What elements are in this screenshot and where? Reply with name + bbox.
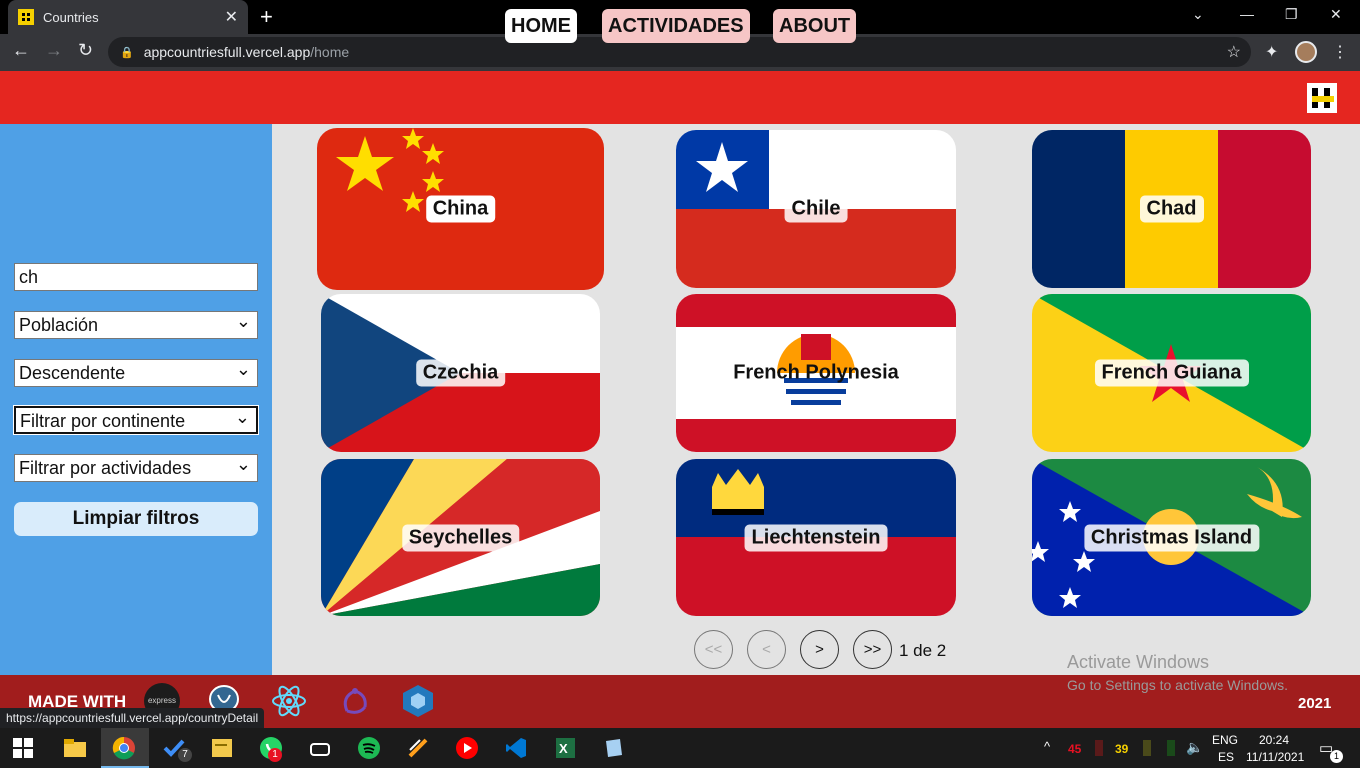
tab-title: Countries bbox=[43, 9, 99, 25]
country-card-seychelles[interactable]: Seychelles bbox=[321, 459, 600, 616]
tray-expand-icon[interactable]: ^ bbox=[1044, 739, 1050, 754]
nav-home-link[interactable]: HOME bbox=[505, 9, 577, 43]
cpu-meter-icon bbox=[1095, 740, 1103, 756]
country-name: French Polynesia bbox=[733, 361, 899, 384]
profile-avatar[interactable] bbox=[1295, 41, 1317, 63]
country-name: Christmas Island bbox=[1083, 524, 1260, 551]
extensions-icon[interactable]: ✦ bbox=[1265, 42, 1278, 62]
tab-search-icon[interactable]: ⌄ bbox=[1192, 6, 1204, 23]
gpu-meter-icon bbox=[1143, 740, 1151, 756]
react-icon bbox=[272, 685, 306, 717]
lock-icon: 🔒 bbox=[120, 46, 134, 59]
redux-icon bbox=[343, 688, 367, 714]
filter-sidebar bbox=[0, 124, 272, 675]
close-tab-icon[interactable]: ✕ bbox=[225, 7, 238, 27]
back-icon[interactable]: ← bbox=[12, 40, 30, 61]
spotify-icon[interactable] bbox=[357, 736, 381, 760]
country-name: Seychelles bbox=[401, 524, 520, 551]
chrome-icon[interactable] bbox=[112, 736, 136, 760]
new-tab-icon[interactable]: + bbox=[260, 4, 273, 30]
url-path: /home bbox=[310, 44, 350, 60]
game-controller-icon[interactable] bbox=[308, 736, 332, 760]
order-select[interactable]: Descendente bbox=[14, 356, 258, 387]
nav-activities-link[interactable]: ACTIVIDADES bbox=[602, 9, 750, 43]
first-page-button[interactable]: << bbox=[694, 630, 733, 669]
url-host: appcountriesfull.vercel.app bbox=[143, 44, 311, 60]
activities-filter-select[interactable]: Filtrar por actividades bbox=[14, 451, 258, 482]
vscode-icon[interactable] bbox=[504, 736, 528, 760]
country-card-czechia[interactable]: Czechia bbox=[321, 294, 600, 452]
file-explorer-icon[interactable] bbox=[63, 736, 87, 760]
search-input[interactable]: ch bbox=[14, 263, 258, 291]
notification-badge: 1 bbox=[1330, 750, 1343, 763]
svg-text:X: X bbox=[559, 741, 568, 756]
next-page-button[interactable]: > bbox=[800, 630, 839, 669]
activate-windows-subtitle: Go to Settings to activate Windows. bbox=[1067, 677, 1288, 693]
gpu-temp-readout: 39 bbox=[1115, 742, 1129, 756]
clock-date[interactable]: 11/11/2021 bbox=[1246, 750, 1304, 764]
page-indicator: 1 de 2 bbox=[899, 641, 947, 660]
site-favicon-icon bbox=[18, 9, 34, 25]
clear-filters-button[interactable]: Limpiar filtros bbox=[14, 502, 258, 536]
country-card-christmas-island[interactable]: Christmas Island bbox=[1032, 459, 1311, 616]
status-bar-url: https://appcountriesfull.vercel.app/coun… bbox=[0, 708, 265, 728]
volume-icon[interactable]: 🔈 bbox=[1186, 739, 1203, 756]
forward-icon[interactable]: → bbox=[45, 40, 63, 61]
sticky-notes-icon[interactable] bbox=[210, 736, 234, 760]
ram-meter-icon bbox=[1167, 740, 1175, 756]
previous-page-button[interactable]: < bbox=[747, 630, 786, 669]
reload-icon[interactable]: ↻ bbox=[78, 40, 93, 61]
country-card-chile[interactable]: Chile bbox=[676, 130, 956, 288]
nav-about-link[interactable]: ABOUT bbox=[773, 9, 857, 43]
country-card-liechtenstein[interactable]: Liechtenstein bbox=[676, 459, 956, 616]
country-card-french-polynesia[interactable]: French Polynesia bbox=[676, 294, 956, 452]
footer-year: 2021 bbox=[1298, 695, 1332, 712]
clock-time[interactable]: 20:24 bbox=[1259, 733, 1289, 747]
country-name: French Guiana bbox=[1094, 359, 1249, 387]
country-name: Chile bbox=[784, 195, 848, 223]
browser-tab[interactable]: Countries ✕ bbox=[8, 0, 248, 34]
language-bottom[interactable]: ES bbox=[1218, 750, 1234, 764]
windows-start-icon[interactable] bbox=[13, 738, 33, 758]
country-name: Liechtenstein bbox=[744, 524, 888, 551]
country-card-french-guiana[interactable]: French Guiana bbox=[1032, 294, 1311, 452]
continent-filter-select[interactable]: Filtrar por continente bbox=[14, 404, 258, 434]
language-top[interactable]: ENG bbox=[1212, 733, 1238, 747]
windows-taskbar bbox=[0, 728, 1360, 768]
app-navbar bbox=[0, 71, 1360, 124]
whatsapp-badge: 1 bbox=[268, 748, 282, 762]
cpu-temp-readout: 45 bbox=[1068, 742, 1082, 756]
country-name: China bbox=[425, 195, 496, 223]
menu-icon[interactable]: ⋮ bbox=[1332, 42, 1348, 62]
app-logo[interactable] bbox=[1307, 83, 1337, 113]
country-card-china[interactable]: China bbox=[317, 128, 604, 290]
sort-by-select[interactable]: Población bbox=[14, 308, 258, 339]
postman-icon[interactable] bbox=[406, 736, 430, 760]
excel-icon[interactable]: X bbox=[553, 736, 577, 760]
minimize-icon[interactable]: — bbox=[1240, 6, 1254, 22]
activate-windows-title: Activate Windows bbox=[1067, 652, 1210, 672]
todo-badge: 7 bbox=[178, 748, 192, 762]
youtube-music-icon[interactable] bbox=[455, 736, 479, 760]
country-name: Chad bbox=[1139, 195, 1204, 223]
bookmark-star-icon[interactable]: ☆ bbox=[1227, 42, 1241, 62]
close-window-icon[interactable]: ✕ bbox=[1330, 6, 1342, 23]
country-name: Czechia bbox=[415, 359, 506, 387]
country-card-chad[interactable]: Chad bbox=[1032, 130, 1311, 288]
sequelize-icon bbox=[403, 685, 433, 717]
virtual-machine-icon[interactable] bbox=[602, 736, 626, 760]
restore-icon[interactable]: ❐ bbox=[1285, 6, 1298, 23]
last-page-button[interactable]: >> bbox=[853, 630, 892, 669]
